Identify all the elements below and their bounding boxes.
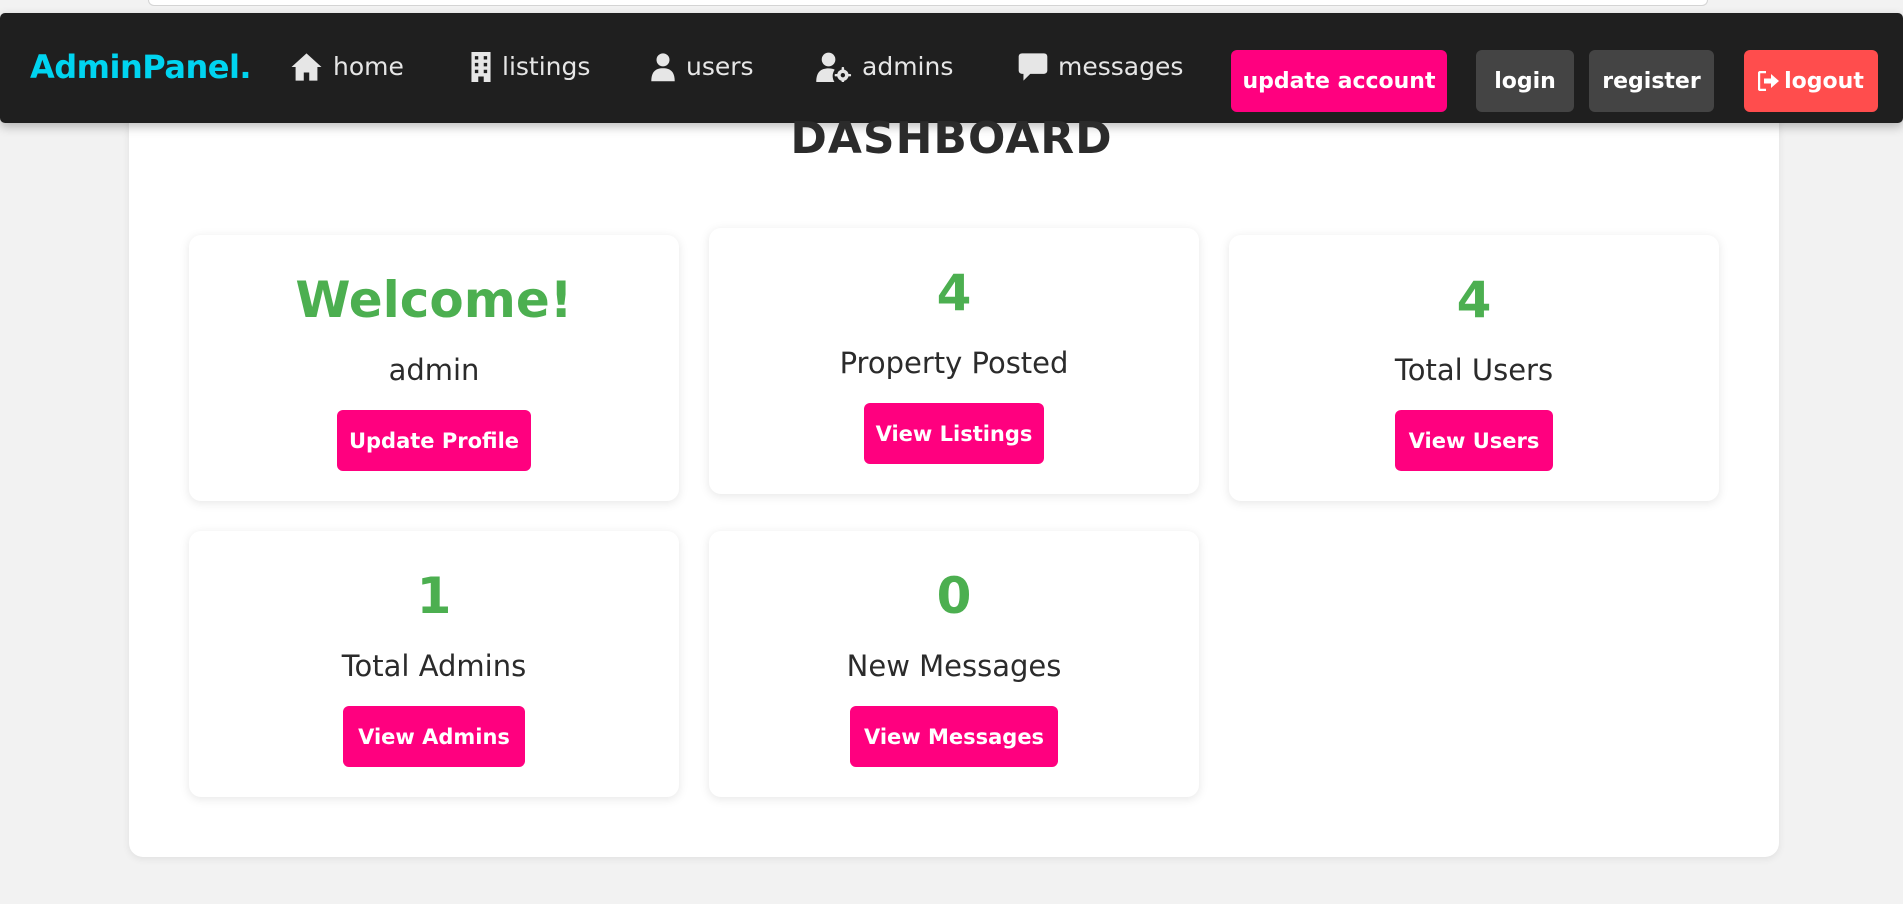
nav-users[interactable]: users (650, 47, 754, 87)
messages-card: 0 New Messages View Messages (709, 531, 1199, 797)
update-account-button[interactable]: update account (1231, 50, 1447, 112)
messages-label: New Messages (846, 649, 1062, 683)
nav-home[interactable]: home (290, 47, 404, 87)
nav-admins-label: admins (862, 52, 954, 81)
listings-count: 4 (936, 264, 972, 322)
nav-users-label: users (686, 52, 754, 81)
sign-out-icon (1758, 71, 1780, 91)
view-messages-button[interactable]: View Messages (850, 706, 1058, 767)
top-navbar: AdminPanel. home listings users admins m… (0, 13, 1903, 123)
nav-messages[interactable]: messages (1018, 47, 1183, 87)
register-button[interactable]: register (1589, 50, 1714, 112)
logout-button[interactable]: logout (1744, 50, 1878, 112)
welcome-card: Welcome! admin Update Profile (189, 235, 679, 501)
view-users-button[interactable]: View Users (1395, 410, 1553, 471)
listings-label: Property Posted (839, 346, 1069, 380)
nav-home-label: home (333, 52, 404, 81)
browser-top-strip (148, 0, 1708, 6)
admins-count: 1 (416, 567, 452, 625)
logout-label: logout (1784, 68, 1864, 94)
admin-name: admin (388, 353, 480, 387)
user-icon (651, 53, 675, 82)
nav-messages-label: messages (1058, 52, 1184, 81)
nav-listings-label: listings (502, 52, 591, 81)
home-icon (291, 53, 322, 81)
users-card: 4 Total Users View Users (1229, 235, 1719, 501)
view-admins-button[interactable]: View Admins (343, 706, 525, 767)
admins-card: 1 Total Admins View Admins (189, 531, 679, 797)
building-icon (471, 52, 491, 82)
view-listings-button[interactable]: View Listings (864, 403, 1044, 464)
page-title: DASHBOARD (790, 113, 1113, 164)
messages-count: 0 (936, 567, 972, 625)
welcome-heading: Welcome! (295, 271, 573, 329)
users-label: Total Users (1394, 353, 1554, 387)
nav-listings[interactable]: listings (470, 47, 590, 87)
users-count: 4 (1456, 271, 1492, 329)
listings-card: 4 Property Posted View Listings (709, 228, 1199, 494)
nav-admins[interactable]: admins (816, 47, 953, 87)
message-icon (1018, 53, 1048, 81)
update-profile-button[interactable]: Update Profile (337, 410, 531, 471)
login-button[interactable]: login (1476, 50, 1574, 112)
user-gear-icon (816, 52, 852, 82)
admins-label: Total Admins (341, 649, 527, 683)
logo[interactable]: AdminPanel. (30, 47, 252, 87)
